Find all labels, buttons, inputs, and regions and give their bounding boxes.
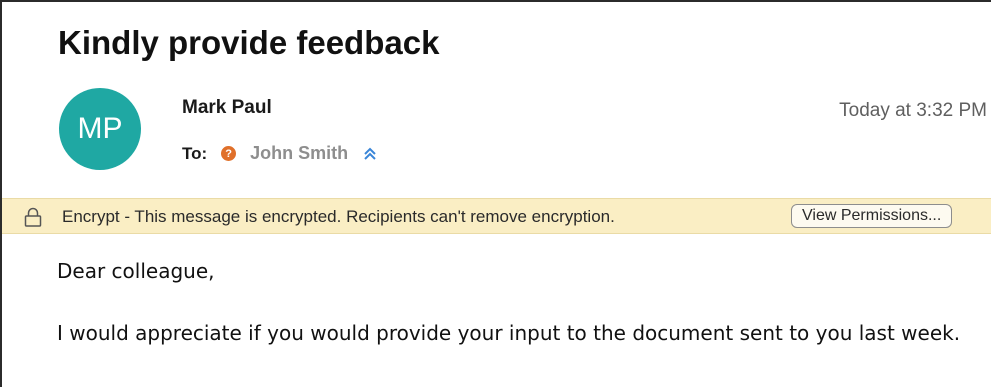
email-greeting: Dear colleague, xyxy=(57,259,215,283)
unknown-contact-icon: ? xyxy=(221,146,237,161)
avatar-initials: MP xyxy=(77,112,123,145)
encryption-banner: Encrypt - This message is encrypted. Rec… xyxy=(2,198,991,234)
chevron-up-double-icon[interactable] xyxy=(362,146,378,162)
email-reading-pane: Kindly provide feedback MP Mark Paul Tod… xyxy=(0,0,991,387)
encryption-message: Encrypt - This message is encrypted. Rec… xyxy=(62,207,615,226)
view-permissions-button[interactable]: View Permissions... xyxy=(791,204,953,228)
recipient-name[interactable]: John Smith xyxy=(250,143,348,164)
sender-avatar[interactable]: MP xyxy=(59,88,141,170)
to-label: To: xyxy=(182,143,208,163)
email-subject: Kindly provide feedback xyxy=(58,24,440,61)
recipients-row: To: ? John Smith xyxy=(182,143,378,164)
email-timestamp: Today at 3:32 PM xyxy=(839,100,987,121)
sender-name[interactable]: Mark Paul xyxy=(182,97,272,119)
email-body-paragraph: I would appreciate if you would provide … xyxy=(57,321,961,345)
lock-icon xyxy=(24,207,42,227)
